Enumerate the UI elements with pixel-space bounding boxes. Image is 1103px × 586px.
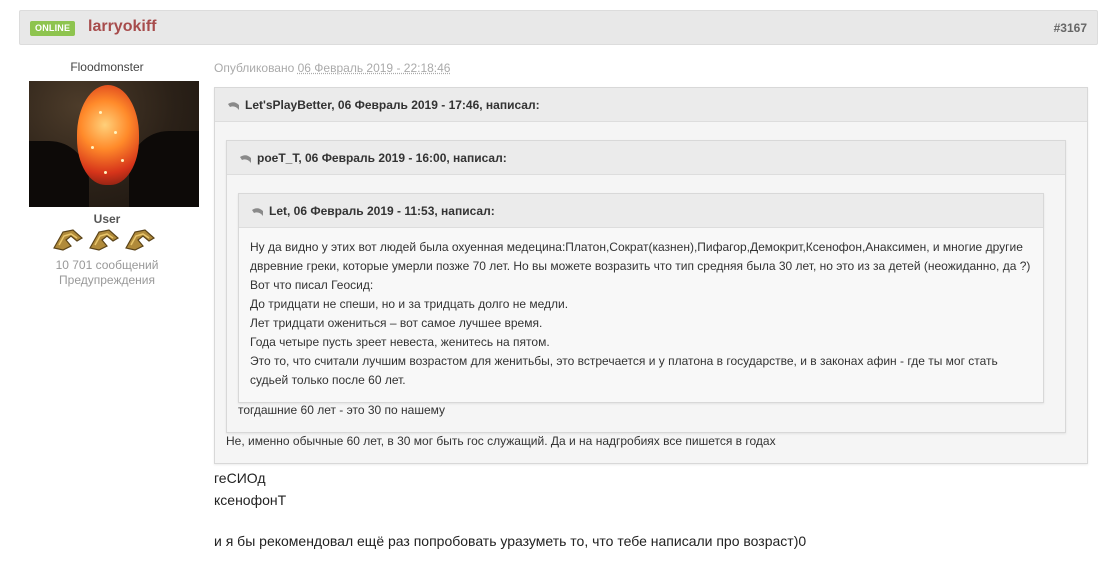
quote-author-line: Let'sPlayBetter, 06 Февраль 2019 - 17:46…: [245, 98, 540, 112]
quote-header: Let'sPlayBetter, 06 Февраль 2019 - 17:46…: [215, 88, 1087, 122]
quote-line: Это то, что считали лучшим возрастом для…: [250, 354, 998, 368]
warnings-link[interactable]: Предупреждения: [19, 273, 195, 287]
published-label: Опубликовано: [214, 61, 295, 75]
rank-pips: [51, 226, 163, 254]
rank-pip-icon: [51, 226, 85, 254]
published-date-link[interactable]: 06 Февраль 2019 - 22:18:46: [298, 61, 451, 75]
quote-line: двревние греки, которые умерли позже 70 …: [250, 259, 1031, 273]
author-name-link[interactable]: larryokiff: [88, 18, 156, 36]
user-info-panel: Floodmonster User 10 701 сообщений Преду…: [19, 60, 199, 287]
avatar-spark: [91, 146, 94, 149]
quote-line: Ну да видно у этих вот людей была охуенн…: [250, 240, 1023, 254]
post-header: ONLINE larryokiff #3167: [19, 10, 1098, 45]
quote-header: poeT_T, 06 Февраль 2019 - 16:00, написал…: [227, 141, 1065, 175]
avatar-spark: [114, 131, 117, 134]
quote-author-line: poeT_T, 06 Февраль 2019 - 16:00, написал…: [257, 151, 507, 165]
rank-pip-icon: [123, 226, 157, 254]
quote-line: До тридцати не спеши, но и за тридцать д…: [250, 297, 569, 311]
quote-arrow-icon: [252, 208, 263, 216]
user-group: User: [93, 212, 121, 226]
quote-line: Лет тридцати ожениться – вот самое лучше…: [250, 316, 543, 330]
quote-line: судьей только после 60 лет.: [250, 373, 406, 387]
avatar-spark: [104, 171, 107, 174]
avatar-arm-right: [129, 131, 199, 207]
post-body: геСИОд ксенофонТ: [214, 467, 286, 511]
quote-body: Ну да видно у этих вот людей была охуенн…: [250, 238, 1040, 390]
quote-line: Года четыре пусть зреет невеста, женитес…: [250, 335, 550, 349]
post-count-link[interactable]: 10 701 сообщений: [19, 258, 195, 272]
rank-pip-icon: [87, 226, 121, 254]
online-badge: ONLINE: [30, 21, 76, 36]
quote-header: Let, 06 Февраль 2019 - 11:53, написал:: [239, 194, 1043, 228]
published-info: Опубликовано 06 Февраль 2019 - 22:18:46: [214, 61, 450, 75]
quote-reply-text: Не, именно обычные 60 лет, в 30 мог быть…: [226, 434, 776, 448]
avatar-head: [77, 85, 139, 185]
avatar-spark: [121, 159, 124, 162]
post-number-link[interactable]: #3167: [1054, 21, 1087, 35]
quote-arrow-icon: [240, 155, 251, 163]
quote-block: Let, 06 Февраль 2019 - 11:53, написал: Н…: [238, 193, 1044, 403]
avatar-spark: [99, 111, 102, 114]
post-body-line: ксенофонТ: [214, 492, 287, 508]
avatar[interactable]: [29, 81, 199, 207]
quote-line: Вот что писал Геосид:: [250, 278, 374, 292]
quote-reply-text: тогдашние 60 лет - это 30 по нашему: [238, 403, 446, 417]
quote-arrow-icon: [228, 102, 239, 110]
post-body-final-line: и я бы рекомендовал ещё раз попробовать …: [214, 533, 807, 549]
quote-author-line: Let, 06 Февраль 2019 - 11:53, написал:: [269, 204, 495, 218]
user-title: Floodmonster: [70, 60, 144, 74]
post-body-line: геСИОд: [214, 470, 266, 486]
